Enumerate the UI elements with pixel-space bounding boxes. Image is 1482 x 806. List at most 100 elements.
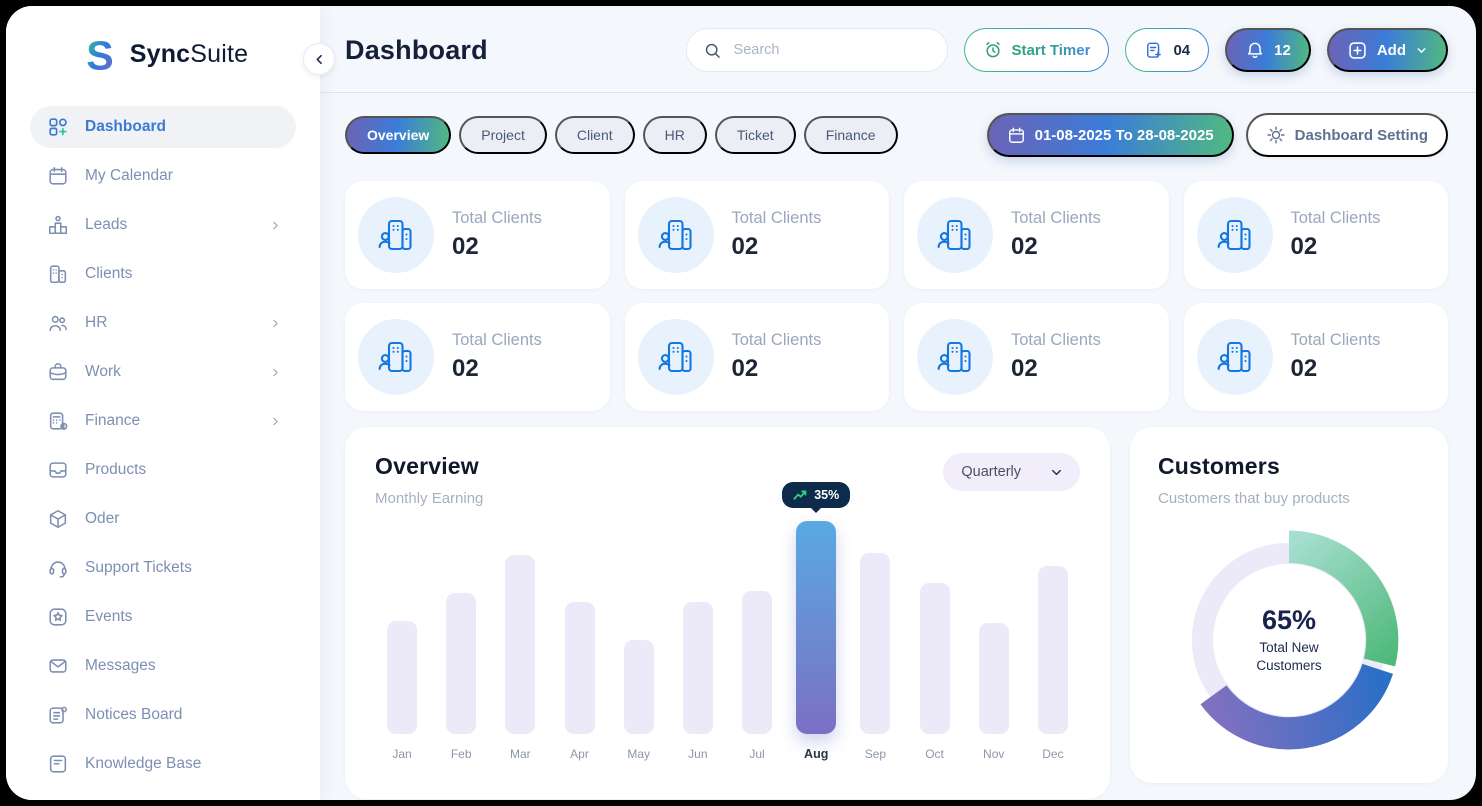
bar-apr: Apr (559, 602, 601, 761)
bar[interactable] (742, 591, 772, 734)
tasks-count-button[interactable]: 04 (1125, 28, 1209, 72)
bar-aug: 35%Aug (795, 482, 837, 761)
date-range-label: 01-08-2025 To 28-08-2025 (1035, 127, 1214, 144)
sidebar-item-label: HR (85, 314, 107, 332)
bar[interactable] (796, 521, 836, 734)
tab-client[interactable]: Client (555, 116, 635, 154)
sidebar-item-support-tickets[interactable]: Support Tickets (30, 547, 296, 589)
chevron-right-icon (269, 366, 282, 379)
aug-growth-tooltip: 35% (782, 482, 850, 508)
filters-row: OverviewProjectClientHRTicketFinance 01-… (320, 93, 1476, 157)
sidebar-item-clients[interactable]: Clients (30, 253, 296, 295)
bar-dec: Dec (1032, 566, 1074, 761)
stat-label: Total Clients (1291, 209, 1381, 228)
sidebar: S SyncSuite DashboardMy CalendarLeadsCli… (6, 6, 320, 800)
bar-jun: Jun (677, 602, 719, 761)
sidebar-item-hr[interactable]: HR (30, 302, 296, 344)
customers-donut-chart: 65% Total New Customers (1178, 529, 1400, 751)
sidebar-item-events[interactable]: Events (30, 596, 296, 638)
sidebar-item-knowledge-base[interactable]: Knowledge Base (30, 743, 296, 785)
dashboard-tabs: OverviewProjectClientHRTicketFinance (345, 116, 898, 154)
clients-stat-icon (358, 319, 434, 395)
bar[interactable] (387, 621, 417, 734)
bar-nov: Nov (973, 623, 1015, 761)
donut-center: 65% Total New Customers (1178, 529, 1400, 751)
sidebar-item-label: Work (85, 363, 121, 381)
sidebar-item-notices-board[interactable]: Notices Board (30, 694, 296, 736)
month-label: Jul (749, 747, 764, 761)
stat-card: Total Clients02 (904, 181, 1169, 289)
month-label: Nov (983, 747, 1004, 761)
tab-project[interactable]: Project (459, 116, 547, 154)
month-label: Jan (392, 747, 411, 761)
chevron-right-icon (269, 317, 282, 330)
dashboard-grid-icon (46, 115, 70, 139)
events-badge-icon (46, 605, 70, 629)
stat-card: Total Clients02 (345, 303, 610, 411)
top-header: Dashboard Start Timer (320, 6, 1476, 93)
notifications-button[interactable]: 12 (1225, 28, 1311, 72)
start-timer-button[interactable]: Start Timer (964, 28, 1110, 72)
period-dropdown[interactable]: Quarterly (943, 453, 1080, 491)
support-headset-icon (46, 556, 70, 580)
products-inbox-icon (46, 458, 70, 482)
dashboard-setting-button[interactable]: Dashboard Setting (1246, 113, 1448, 157)
sidebar-collapse-button[interactable] (303, 43, 335, 75)
bar-jan: Jan (381, 621, 423, 761)
tab-hr[interactable]: HR (643, 116, 707, 154)
month-label: Dec (1042, 747, 1063, 761)
sidebar-item-oder[interactable]: Oder (30, 498, 296, 540)
sidebar-item-label: Events (85, 608, 132, 626)
sidebar-item-label: Oder (85, 510, 119, 528)
date-range-button[interactable]: 01-08-2025 To 28-08-2025 (987, 113, 1234, 157)
sidebar-item-work[interactable]: Work (30, 351, 296, 393)
clients-stat-icon (917, 197, 993, 273)
chevron-down-icon (1049, 465, 1064, 480)
bar[interactable] (446, 593, 476, 734)
chevron-right-icon (269, 219, 282, 232)
plus-square-icon (1347, 40, 1368, 61)
sidebar-item-products[interactable]: Products (30, 449, 296, 491)
bar[interactable] (1038, 566, 1068, 734)
tab-ticket[interactable]: Ticket (715, 116, 796, 154)
bar[interactable] (860, 553, 890, 734)
customers-subtitle: Customers that buy products (1158, 490, 1420, 507)
bar[interactable] (979, 623, 1009, 734)
month-label: Apr (570, 747, 589, 761)
stat-value: 02 (732, 355, 822, 383)
search-input[interactable] (732, 41, 931, 59)
clients-stat-icon (1197, 319, 1273, 395)
app-window: S SyncSuite DashboardMy CalendarLeadsCli… (6, 6, 1476, 800)
tab-overview[interactable]: Overview (345, 116, 451, 154)
sidebar-item-dashboard[interactable]: Dashboard (30, 106, 296, 148)
clients-stat-icon (358, 197, 434, 273)
bar[interactable] (624, 640, 654, 734)
customers-title: Customers (1158, 453, 1420, 480)
search-box[interactable] (686, 28, 948, 72)
clients-stat-icon (917, 319, 993, 395)
sidebar-item-finance[interactable]: Finance (30, 400, 296, 442)
charts-row: Overview Monthly Earning Quarterly JanFe… (320, 411, 1476, 799)
sidebar-item-label: Finance (85, 412, 140, 430)
sidebar-item-leads[interactable]: Leads (30, 204, 296, 246)
bar[interactable] (683, 602, 713, 734)
stat-value: 02 (452, 355, 542, 383)
sidebar-item-messages[interactable]: Messages (30, 645, 296, 687)
calendar-icon (1007, 126, 1026, 145)
stat-card: Total Clients02 (625, 303, 890, 411)
chevron-down-icon (1415, 44, 1428, 57)
donut-center-label: Total New Customers (1237, 639, 1341, 674)
sidebar-item-my-calendar[interactable]: My Calendar (30, 155, 296, 197)
stat-value: 02 (452, 233, 542, 261)
bar-oct: Oct (914, 583, 956, 761)
messages-envelope-icon (46, 654, 70, 678)
notifications-count: 12 (1274, 42, 1291, 59)
tab-finance[interactable]: Finance (804, 116, 898, 154)
stat-label: Total Clients (1011, 209, 1101, 228)
stat-value: 02 (1291, 355, 1381, 383)
bar[interactable] (920, 583, 950, 734)
month-label: Oct (925, 747, 944, 761)
add-button[interactable]: Add (1327, 28, 1448, 72)
bar[interactable] (565, 602, 595, 734)
bar[interactable] (505, 555, 535, 734)
